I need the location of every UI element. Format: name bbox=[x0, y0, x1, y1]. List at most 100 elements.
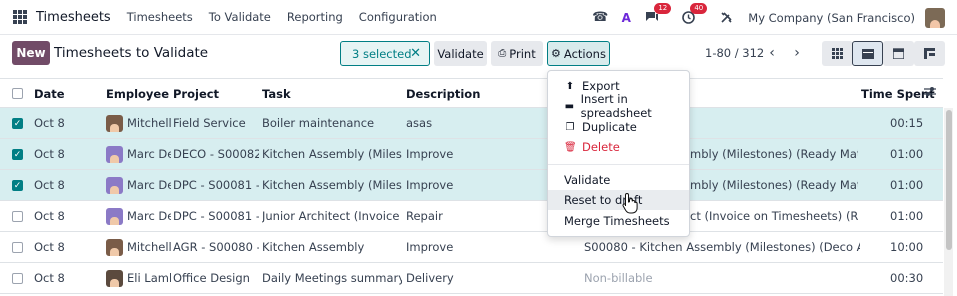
tools-icon[interactable] bbox=[718, 10, 734, 26]
table-header: Date Employee Project Task Description T… bbox=[0, 78, 943, 108]
row-checkbox[interactable] bbox=[12, 211, 23, 222]
action-validate[interactable]: Validate bbox=[548, 170, 689, 190]
cell-employee: Eli Lambe bbox=[127, 271, 171, 285]
validate-button[interactable]: Validate bbox=[434, 41, 487, 66]
activities-badge: 40 bbox=[690, 2, 708, 14]
col-project[interactable]: Project bbox=[173, 87, 219, 101]
cell-date: Oct 8 bbox=[34, 209, 65, 223]
activities-icon[interactable]: 40 bbox=[680, 2, 708, 26]
action-duplicate[interactable]: ❐ Duplicate bbox=[548, 117, 689, 137]
menu-to-validate[interactable]: To Validate bbox=[209, 10, 271, 24]
action-insert-spreadsheet[interactable]: ▬ Insert in spreadsheet bbox=[548, 92, 689, 120]
employee-avatar bbox=[106, 270, 123, 287]
user-avatar[interactable] bbox=[925, 7, 945, 28]
actions-button[interactable]: ⚙ Actions bbox=[547, 41, 610, 66]
spreadsheet-icon: ▬ bbox=[564, 100, 575, 112]
employee-avatar bbox=[106, 208, 123, 225]
cell-time: 00:15 bbox=[890, 116, 924, 130]
col-task[interactable]: Task bbox=[262, 87, 291, 101]
cell-description: Improve bbox=[406, 178, 454, 192]
table-row[interactable]: Oct 8 Marc Dem DPC - S00081 - ... Junior… bbox=[0, 201, 943, 232]
messages-badge: 12 bbox=[654, 2, 672, 14]
cell-description: Delivery bbox=[406, 271, 454, 285]
action-merge-label: Merge Timesheets bbox=[564, 214, 670, 228]
table-row[interactable]: ✓ Oct 8 Marc Dem DPC - S00081 - ... Kitc… bbox=[0, 170, 943, 201]
cell-task: Kitchen Assembly bbox=[262, 240, 365, 254]
row-checkbox[interactable]: ✓ bbox=[12, 149, 23, 160]
app-name[interactable]: Timesheets bbox=[36, 10, 111, 25]
cell-project: DPC - S00081 - ... bbox=[173, 178, 259, 192]
employee-avatar bbox=[106, 177, 123, 194]
cell-task: Daily Meetings summary bbox=[262, 271, 402, 285]
cell-employee: Mitchell A bbox=[127, 240, 171, 254]
cell-project: Field Service bbox=[173, 116, 246, 130]
cell-task: Junior Architect (Invoice on ... bbox=[262, 209, 402, 223]
cell-employee: Marc Dem bbox=[127, 147, 171, 161]
select-all-checkbox[interactable] bbox=[12, 88, 23, 99]
clear-selection-icon[interactable]: ✕ bbox=[410, 46, 421, 61]
new-button[interactable]: New bbox=[12, 41, 50, 65]
table-row[interactable]: ✓ Oct 8 Marc Dem DECO - S00082 ... Kitch… bbox=[0, 139, 943, 170]
cell-time: 01:00 bbox=[890, 178, 924, 192]
validate-label: Validate bbox=[437, 46, 484, 61]
row-checkbox[interactable]: ✓ bbox=[12, 118, 23, 129]
apps-menu-icon[interactable] bbox=[13, 10, 27, 24]
col-date[interactable]: Date bbox=[34, 87, 65, 101]
row-checkbox[interactable]: ✓ bbox=[12, 180, 23, 191]
hand-cursor-icon bbox=[622, 192, 638, 217]
print-button[interactable]: ⎙ Print bbox=[491, 41, 543, 66]
phone-icon[interactable]: ☎ bbox=[592, 10, 608, 26]
action-reset-to-draft[interactable]: Reset to draft bbox=[548, 190, 689, 210]
cell-time: 10:00 bbox=[890, 240, 924, 254]
cell-project: Office Design bbox=[173, 271, 250, 285]
view-calendar-icon[interactable] bbox=[883, 41, 914, 66]
menu-reporting[interactable]: Reporting bbox=[287, 10, 343, 24]
employee-avatar bbox=[106, 115, 123, 132]
top-navbar: Timesheets Timesheets To Validate Report… bbox=[0, 0, 957, 35]
cell-project: AGR - S00080 - ... bbox=[173, 240, 259, 254]
gear-icon: ⚙ bbox=[551, 47, 561, 60]
cell-project: DECO - S00082 ... bbox=[173, 147, 259, 161]
action-validate-label: Validate bbox=[564, 173, 611, 187]
optional-columns-icon[interactable] bbox=[924, 86, 936, 100]
scrollbar-thumb[interactable] bbox=[946, 110, 952, 250]
cell-employee: Marc Dem bbox=[127, 178, 171, 192]
table-row[interactable]: Oct 8 Eli Lambe Office Design Daily Meet… bbox=[0, 263, 943, 294]
row-checkbox[interactable] bbox=[12, 242, 23, 253]
view-grid-icon[interactable] bbox=[914, 41, 945, 66]
ai-icon[interactable]: A bbox=[618, 10, 634, 26]
cell-task: Boiler maintenance bbox=[262, 116, 375, 130]
action-export-label: Export bbox=[582, 79, 620, 93]
pager-previous-icon[interactable]: ‹ bbox=[760, 41, 784, 65]
cell-date: Oct 8 bbox=[34, 116, 65, 130]
menu-timesheets[interactable]: Timesheets bbox=[127, 10, 193, 24]
view-list-icon[interactable] bbox=[852, 41, 883, 66]
menu-divider bbox=[548, 164, 689, 165]
view-kanban-icon[interactable] bbox=[822, 41, 853, 66]
action-merge-timesheets[interactable]: Merge Timesheets bbox=[548, 211, 689, 231]
cell-date: Oct 8 bbox=[34, 178, 65, 192]
action-insert-label: Insert in spreadsheet bbox=[580, 92, 652, 120]
cell-description: Improve bbox=[406, 240, 454, 254]
table-row[interactable]: ✓ Oct 8 Mitchell A Field Service Boiler … bbox=[0, 108, 943, 139]
cell-task: Kitchen Assembly (Mileston... bbox=[262, 178, 402, 192]
menu-configuration[interactable]: Configuration bbox=[359, 10, 437, 24]
table-row[interactable]: Oct 8 Mitchell A AGR - S00080 - ... Kitc… bbox=[0, 232, 943, 263]
col-employee[interactable]: Employee bbox=[106, 87, 169, 101]
cell-task: Kitchen Assembly (Mileston... bbox=[262, 147, 402, 161]
cell-description: asas bbox=[406, 116, 433, 130]
cell-so-line: Non-billable bbox=[584, 271, 653, 285]
selection-counter: 3 selected ✕ bbox=[340, 41, 430, 66]
action-duplicate-label: Duplicate bbox=[582, 120, 637, 134]
pager-next-icon[interactable]: › bbox=[785, 41, 809, 65]
col-description[interactable]: Description bbox=[406, 87, 480, 101]
action-delete[interactable]: 🗑 Delete bbox=[548, 137, 689, 157]
messages-icon[interactable]: 12 bbox=[644, 2, 672, 26]
cell-description: Repair bbox=[406, 209, 443, 223]
row-checkbox[interactable] bbox=[12, 273, 23, 284]
company-switcher[interactable]: My Company (San Francisco) bbox=[748, 11, 915, 25]
pager-value[interactable]: 1-80 / 312 bbox=[705, 46, 764, 60]
actions-label: Actions bbox=[563, 46, 606, 61]
cell-time: 01:00 bbox=[890, 209, 924, 223]
cell-so-line: S00080 - Kitchen Assembly (Milestones) (… bbox=[584, 240, 860, 254]
